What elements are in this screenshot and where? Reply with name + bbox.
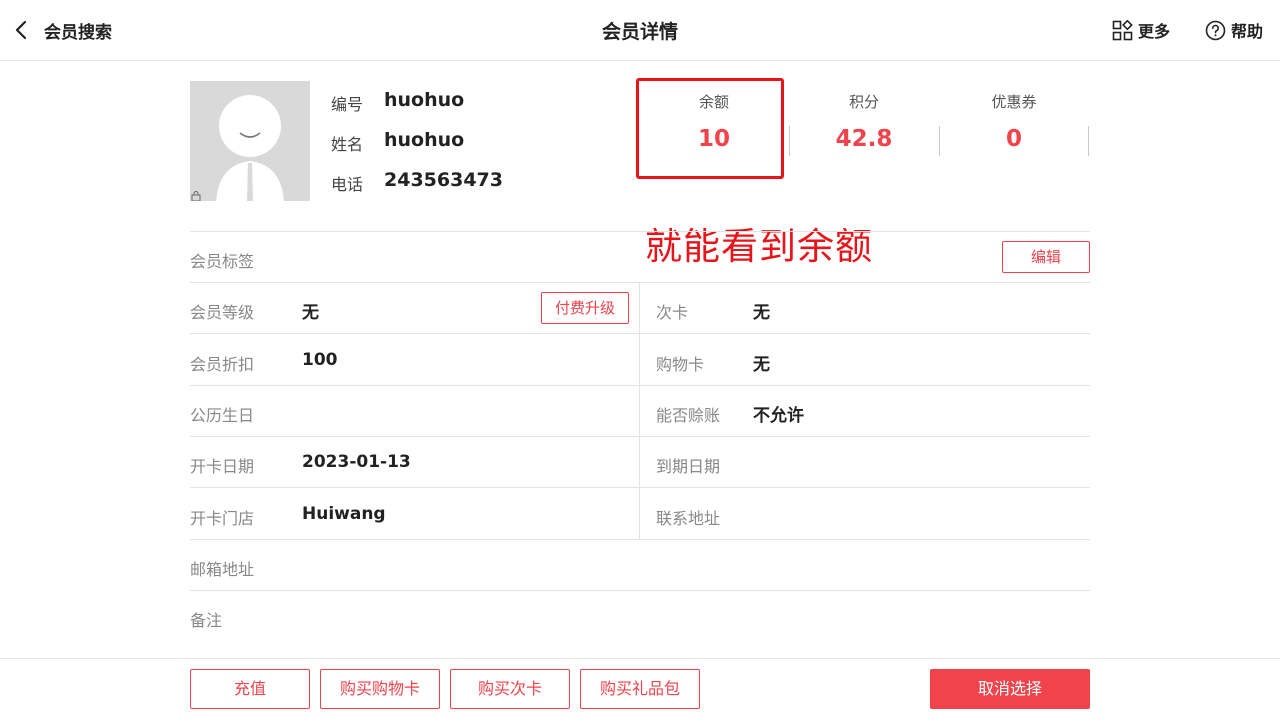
column-divider (639, 283, 640, 539)
stat-divider (1088, 126, 1089, 156)
more-label: 更多 (1138, 22, 1171, 41)
help-button[interactable]: 帮助 (1205, 18, 1263, 42)
grid-icon (1112, 19, 1138, 41)
credit-label: 能否赊账 (656, 406, 721, 425)
times-card-label: 次卡 (656, 303, 689, 322)
back-button[interactable]: 会员搜索 (14, 16, 112, 44)
name-value: huohuo (384, 129, 465, 151)
cancel-selection-button[interactable]: 取消选择 (930, 669, 1090, 709)
name-label: 姓名 (331, 135, 364, 154)
avatar (190, 81, 310, 201)
level-value: 无 (302, 303, 319, 323)
address-label: 联系地址 (656, 509, 721, 528)
row-divider (190, 436, 1090, 437)
back-label: 会员搜索 (44, 22, 112, 43)
open-store-label: 开卡门店 (190, 509, 255, 528)
row-divider (190, 231, 1090, 232)
buy-gift-pack-button[interactable]: 购买礼品包 (580, 669, 700, 709)
row-divider (190, 590, 1090, 591)
footer-divider (0, 658, 1280, 659)
birthday-label: 公历生日 (190, 406, 255, 425)
row-divider (190, 333, 1090, 334)
open-store-value: Huiwang (302, 504, 386, 524)
row-divider (190, 539, 1090, 540)
user-silhouette-icon (216, 95, 284, 201)
expire-date-label: 到期日期 (656, 457, 721, 476)
more-button[interactable]: 更多 (1112, 18, 1170, 42)
help-label: 帮助 (1231, 22, 1264, 41)
buy-shopping-card-button[interactable]: 购买购物卡 (320, 669, 440, 709)
page-title: 会员详情 (601, 21, 678, 43)
discount-label: 会员折扣 (190, 355, 255, 374)
row-divider (190, 385, 1090, 386)
open-date-label: 开卡日期 (190, 457, 255, 476)
points-label: 积分 (848, 93, 879, 111)
shopping-card-label: 购物卡 (656, 355, 705, 374)
points-value[interactable]: 42.8 (789, 126, 939, 152)
phone-value: 243563473 (384, 169, 503, 191)
remark-label: 备注 (190, 611, 223, 630)
question-circle-icon (1205, 20, 1231, 41)
annotation-text: 就能看到余额 (645, 225, 873, 268)
tags-label: 会员标签 (190, 252, 255, 271)
open-date-value: 2023-01-13 (302, 452, 411, 472)
coupons-value[interactable]: 0 (939, 126, 1089, 152)
recharge-button[interactable]: 充值 (190, 669, 310, 709)
level-label: 会员等级 (190, 303, 255, 322)
shopping-card-value: 无 (753, 355, 770, 375)
times-card-value: 无 (753, 303, 770, 323)
coupons-label: 优惠券 (991, 93, 1037, 111)
phone-label: 电话 (331, 175, 364, 194)
row-divider (190, 282, 1090, 283)
balance-highlight-box (636, 78, 784, 179)
email-label: 邮箱地址 (190, 560, 255, 579)
lock-icon (191, 187, 201, 201)
discount-value: 100 (302, 350, 338, 370)
id-label: 编号 (331, 95, 364, 114)
row-divider (190, 487, 1090, 488)
id-value: huohuo (384, 89, 465, 111)
chevron-left-icon (14, 19, 28, 41)
credit-value: 不允许 (753, 406, 804, 426)
buy-times-card-button[interactable]: 购买次卡 (450, 669, 570, 709)
edit-tags-button[interactable]: 编辑 (1002, 241, 1090, 273)
paid-upgrade-button[interactable]: 付费升级 (541, 292, 629, 324)
